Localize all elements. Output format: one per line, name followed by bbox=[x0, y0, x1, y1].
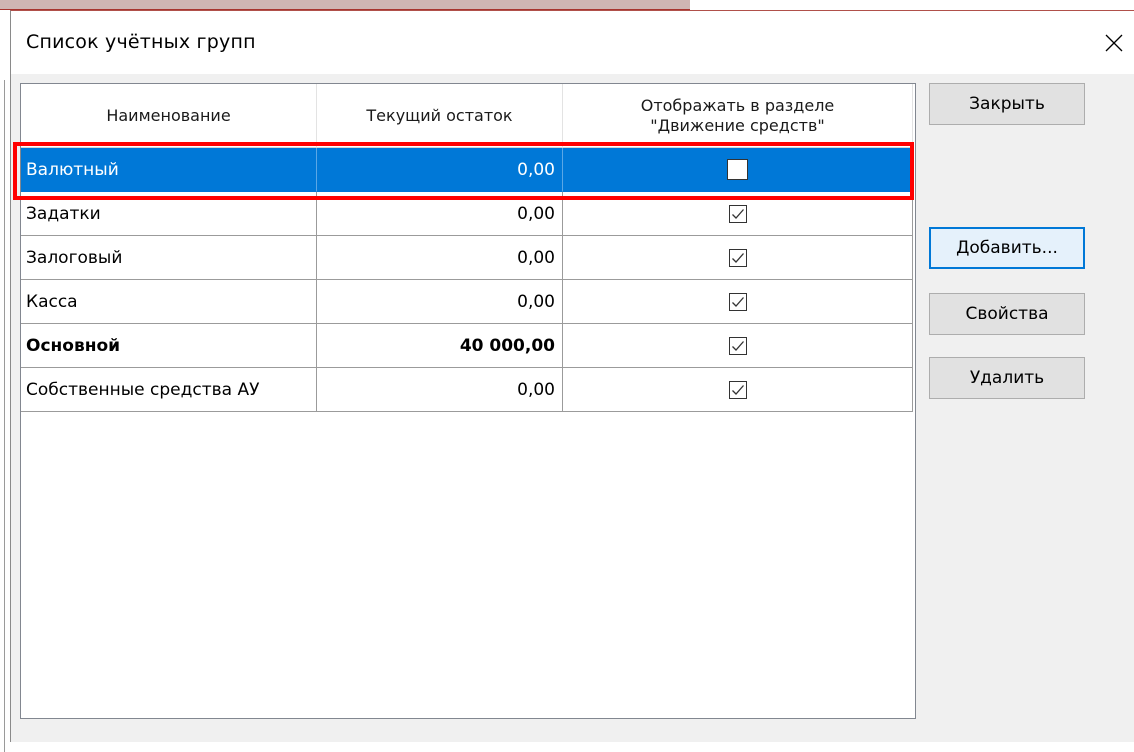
list-rows: Валютный 0,00 Задатки 0,00 Залоговый 0,00 Касс… bbox=[21, 148, 913, 412]
add-button[interactable]: Добавить... bbox=[929, 227, 1085, 269]
checkmark-icon bbox=[731, 252, 744, 263]
table-row[interactable]: Залоговый 0,00 bbox=[21, 236, 913, 280]
row-balance-cell: 0,00 bbox=[317, 148, 563, 192]
row-name-cell: Касса bbox=[21, 280, 317, 324]
column-header-show-in-cashflow-line: "Движение средств" bbox=[650, 115, 825, 135]
dialog-title: Список учётных групп bbox=[26, 31, 256, 53]
row-name-cell: Валютный bbox=[21, 148, 317, 192]
list-header: Наименование Текущий остаток Отображать … bbox=[21, 84, 913, 148]
show-in-cashflow-checkbox[interactable] bbox=[728, 336, 747, 355]
row-name-cell: Собственные средства АУ bbox=[21, 368, 317, 412]
row-name-cell: Задатки bbox=[21, 192, 317, 236]
row-balance-cell: 40 000,00 bbox=[317, 324, 563, 368]
row-name-cell: Основной bbox=[21, 324, 317, 368]
dialog-titlebar: Список учётных групп bbox=[11, 11, 1134, 74]
show-in-cashflow-checkbox[interactable] bbox=[728, 292, 747, 311]
checkmark-icon bbox=[731, 208, 744, 219]
background-window-titlebar bbox=[0, 0, 690, 10]
show-in-cashflow-checkbox[interactable] bbox=[728, 204, 747, 223]
column-header-show-in-cashflow[interactable]: Отображать в разделе "Движение средств" bbox=[563, 84, 913, 148]
background-window-left bbox=[0, 10, 10, 752]
column-header-show-in-cashflow-label: Отображать в разделе "Движение средств" bbox=[641, 96, 835, 136]
show-in-cashflow-checkbox[interactable] bbox=[728, 248, 747, 267]
row-balance-cell: 0,00 bbox=[317, 192, 563, 236]
delete-button[interactable]: Удалить bbox=[929, 357, 1085, 399]
background-window-edge bbox=[4, 80, 5, 752]
row-balance-cell: 0,00 bbox=[317, 236, 563, 280]
table-row[interactable]: Основной 40 000,00 bbox=[21, 324, 913, 368]
row-show-in-cashflow-cell bbox=[563, 324, 913, 368]
row-show-in-cashflow-cell bbox=[563, 368, 913, 412]
accounting-groups-dialog: Список учётных групп Наименование Текущи… bbox=[10, 10, 1134, 742]
column-header-balance[interactable]: Текущий остаток bbox=[317, 84, 563, 148]
row-name-cell: Залоговый bbox=[21, 236, 317, 280]
table-row[interactable]: Собственные средства АУ 0,00 bbox=[21, 368, 913, 412]
groups-list[interactable]: Наименование Текущий остаток Отображать … bbox=[20, 83, 916, 719]
column-header-name[interactable]: Наименование bbox=[21, 84, 317, 148]
row-show-in-cashflow-cell bbox=[563, 280, 913, 324]
column-header-show-in-cashflow-line: Отображать в разделе bbox=[640, 95, 835, 115]
close-button[interactable]: Закрыть bbox=[929, 83, 1085, 125]
checkmark-icon bbox=[731, 384, 744, 395]
checkmark-icon bbox=[731, 296, 744, 307]
table-row[interactable]: Валютный 0,00 bbox=[21, 148, 913, 192]
row-balance-cell: 0,00 bbox=[317, 368, 563, 412]
properties-button[interactable]: Свойства bbox=[929, 293, 1085, 335]
close-icon bbox=[1105, 34, 1123, 52]
checkmark-icon bbox=[731, 340, 744, 351]
table-row[interactable]: Задатки 0,00 bbox=[21, 192, 913, 236]
row-show-in-cashflow-cell bbox=[563, 236, 913, 280]
table-row[interactable]: Касса 0,00 bbox=[21, 280, 913, 324]
row-balance-cell: 0,00 bbox=[317, 280, 563, 324]
row-show-in-cashflow-cell bbox=[563, 148, 913, 192]
row-show-in-cashflow-cell bbox=[563, 192, 913, 236]
show-in-cashflow-checkbox[interactable] bbox=[727, 159, 748, 180]
show-in-cashflow-checkbox[interactable] bbox=[728, 380, 747, 399]
close-window-button[interactable] bbox=[1094, 23, 1134, 63]
